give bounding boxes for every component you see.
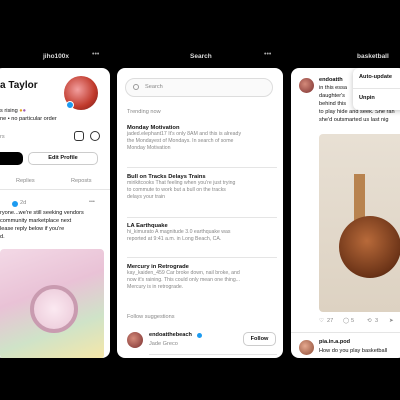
post-time: 2d [20, 200, 27, 206]
post-username[interactable]: endoatth [319, 77, 343, 84]
post-text-line3: behind this [319, 101, 347, 107]
profile-bio-line1: s rising ●● [0, 108, 27, 114]
column-title-basketball: basketball [357, 53, 389, 60]
follow-button[interactable] [0, 152, 23, 165]
search-icon [133, 84, 139, 90]
post-username[interactable]: pia.in.a.pod [319, 339, 350, 346]
trend-line: to commute to work but a bull on the tra… [127, 187, 226, 193]
mirror-image-detail [30, 285, 78, 333]
followers-count[interactable]: rs [0, 134, 5, 141]
basketball-image-detail [339, 216, 400, 278]
suggestion-username[interactable]: endoatthebeach [149, 332, 192, 339]
avatar[interactable] [127, 332, 143, 348]
edit-profile-button[interactable]: Edit Profile [28, 152, 98, 165]
trend-item[interactable]: LA Earthquake hi_kimurato A magnitude 3.… [127, 223, 277, 243]
reply-count: 5 [351, 318, 355, 324]
verified-badge-icon [197, 333, 202, 338]
repost-icon[interactable]: ⟲ [367, 318, 372, 325]
heart-icon[interactable]: ♡ [319, 318, 324, 325]
context-menu: Auto-update Unpin [353, 68, 400, 110]
post-text-line3: lease reply below if you're [0, 226, 65, 232]
profile-column: a Taylor s rising ●● ne • no particular … [0, 68, 110, 358]
profile-bio-line2: ne • no particular order [0, 116, 57, 122]
divider [149, 354, 277, 355]
trend-line: jaded.elephant17 It's only 8AM and this … [127, 131, 242, 137]
search-input[interactable]: Search [145, 84, 163, 91]
suggestion-name: Jade Greco [149, 341, 178, 347]
column-header-bar: jiho100x ••• Search ••• basketball [0, 48, 400, 68]
divider [353, 88, 400, 89]
verified-badge-icon [12, 201, 18, 207]
avatar[interactable] [299, 78, 314, 93]
verified-badge-icon [66, 101, 74, 109]
divider [291, 332, 400, 333]
trending-label: Trending now [127, 109, 161, 115]
trend-line: mirikitcooks That feeling when you're ju… [127, 180, 236, 186]
trend-line: Mercury is in retrograde. [127, 284, 184, 290]
avatar[interactable] [299, 340, 314, 355]
tab-replies[interactable]: Replies [16, 178, 35, 185]
follow-button[interactable]: Follow [243, 332, 276, 346]
trend-line: the Mondayest of Mondays. In search of s… [127, 138, 234, 144]
menu-item-auto-update[interactable]: Auto-update [359, 74, 392, 81]
trend-item[interactable]: Monday Motivation jaded.elephant17 It's … [127, 125, 277, 152]
trend-item[interactable]: Bull on Tracks Delays Trains mirikitcook… [127, 174, 277, 201]
more-circle-icon[interactable] [90, 131, 100, 141]
menu-item-unpin[interactable]: Unpin [359, 95, 375, 102]
post-text-line4: to play hide and seek. She ran [319, 109, 395, 115]
trend-line: reported at 9:41 a.m. in Long Beach, CA. [127, 236, 222, 242]
post-text-line1: in this essa [319, 85, 347, 91]
more-icon[interactable]: ••• [89, 199, 95, 206]
reply-icon[interactable]: ◯ [343, 318, 349, 325]
post-text-line2: daughter's [319, 93, 345, 99]
post-image[interactable] [319, 134, 400, 312]
tabs-divider [0, 189, 110, 190]
post-text-line5: she'd outsmarted us last nig [319, 117, 389, 123]
search-box[interactable]: Search [125, 78, 273, 97]
trend-line: kay_kaiden_459 Car broke down, nail brok… [127, 270, 240, 276]
trend-item[interactable]: Mercury in Retrograde kay_kaiden_459 Car… [127, 264, 277, 291]
divider [127, 167, 277, 168]
post-text: How do you play basketball [319, 348, 388, 354]
post-text-line1: ryone...we're still seeking vendors [0, 210, 84, 216]
post-text-line2: community marketplace next [0, 218, 72, 224]
trend-line: delays your train [127, 194, 166, 200]
app-window: jiho100x ••• Search ••• basketball a Tay… [0, 0, 400, 400]
trend-line: Monday Motivation [127, 145, 171, 151]
repost-count: 3 [375, 318, 379, 324]
follow-suggestions-label: Follow suggestions [127, 314, 175, 320]
divider [127, 257, 277, 258]
instagram-icon[interactable] [74, 131, 84, 141]
tab-reposts[interactable]: Reposts [71, 178, 92, 185]
send-icon[interactable]: ➤ [389, 318, 394, 325]
column-title-search: Search [190, 53, 212, 60]
post-image[interactable] [0, 249, 104, 358]
more-icon[interactable]: ••• [264, 51, 271, 58]
profile-name: a Taylor [0, 80, 38, 91]
feed-column: endoatth in this essa daughter's behind … [291, 68, 400, 358]
trend-line: hi_kimurato A magnitude 3.0 earthquake w… [127, 229, 231, 235]
post-text-line4: d. [0, 234, 5, 240]
search-column: Search Trending now Monday Motivation ja… [117, 68, 283, 358]
like-count: 27 [327, 318, 334, 324]
more-icon[interactable]: ••• [92, 51, 99, 58]
trend-line: now it's raining. This could only mean o… [127, 277, 241, 283]
column-title-profile: jiho100x [43, 53, 70, 60]
divider [127, 217, 277, 218]
